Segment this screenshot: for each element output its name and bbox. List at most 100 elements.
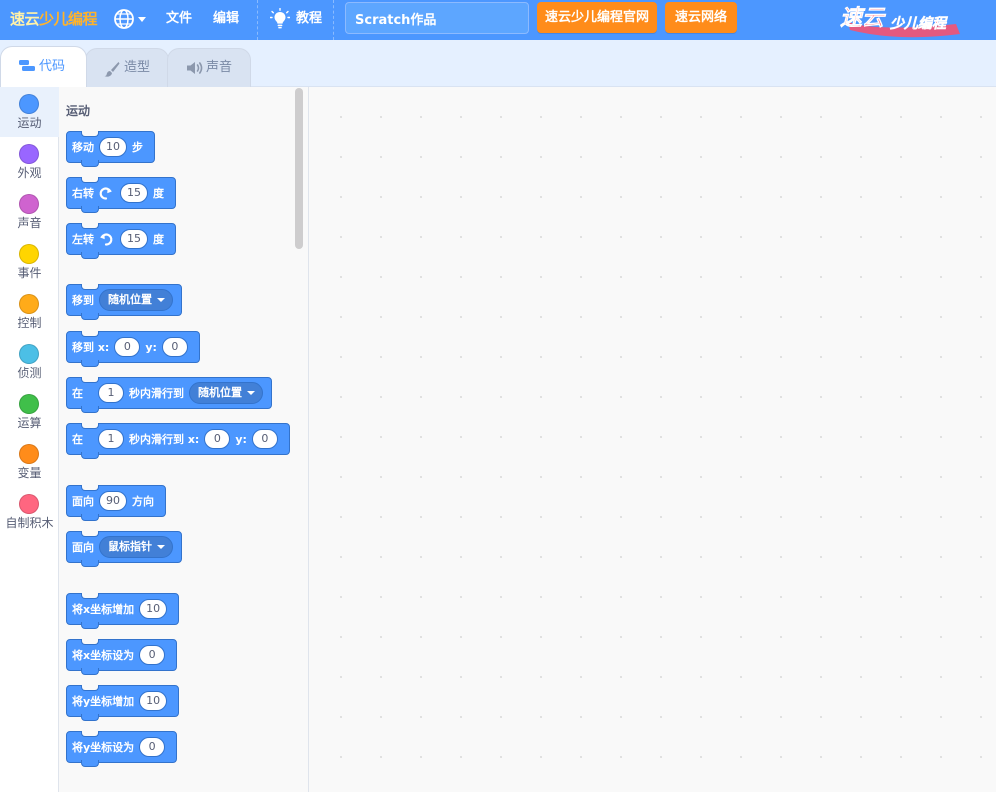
y-input[interactable]: 0 — [251, 429, 278, 449]
palette-scrollbar[interactable] — [295, 88, 303, 249]
target-dropdown[interactable]: 随机位置 — [99, 289, 173, 311]
tab-code[interactable]: 代码 — [0, 46, 87, 87]
block-text: y: — [145, 340, 157, 354]
block-change-x[interactable]: 将x坐标增加 10 — [66, 593, 180, 629]
block-go-to[interactable]: 移到 随机位置 — [66, 284, 182, 320]
menu-bar: 速云少儿编程 文件 编辑 教程 速云少儿编程官网 速云网络 速云 少儿编程 — [0, 0, 996, 40]
menu-divider — [257, 0, 258, 40]
block-text: y: — [235, 432, 247, 446]
block-text: 左转 — [72, 233, 94, 246]
block-change-y[interactable]: 将y坐标增加 10 — [66, 685, 180, 721]
block-text: 将y坐标增加 — [72, 695, 135, 708]
block-text: 移到 x: — [72, 341, 110, 354]
language-menu[interactable] — [112, 7, 152, 33]
category-operators[interactable]: 运算 — [0, 387, 59, 437]
svg-text:少儿编程: 少儿编程 — [890, 15, 948, 32]
category-looks[interactable]: 外观 — [0, 137, 59, 187]
degrees-input[interactable]: 15 — [120, 183, 148, 203]
block-point-direction[interactable]: 面向 90 方向 — [66, 485, 166, 521]
seconds-input[interactable]: 1 — [98, 383, 124, 403]
menu-file[interactable]: 文件 — [166, 10, 192, 28]
y-input[interactable]: 0 — [161, 337, 188, 357]
category-sound[interactable]: 声音 — [0, 187, 59, 237]
category-motion[interactable]: 运动 — [0, 87, 59, 137]
lightbulb-icon[interactable] — [270, 8, 290, 30]
category-label: 侦测 — [17, 366, 42, 380]
block-text: 右转 — [72, 187, 94, 200]
category-sensing[interactable]: 侦测 — [0, 337, 59, 387]
tab-label: 代码 — [39, 59, 66, 74]
block-text: 步 — [132, 141, 143, 154]
block-move-steps[interactable]: 移动 10 步 — [66, 131, 155, 167]
official-site-button[interactable]: 速云少儿编程官网 — [537, 2, 657, 33]
category-control[interactable]: 控制 — [0, 287, 59, 337]
globe-icon — [114, 9, 146, 29]
block-text: 方向 — [132, 495, 154, 508]
block-set-y[interactable]: 将y坐标设为 0 — [66, 731, 178, 767]
category-label: 变量 — [17, 466, 42, 480]
editor-tabs: 代码 造型 声音 — [0, 40, 996, 88]
block-point-towards[interactable]: 面向 鼠标指针 — [66, 531, 182, 567]
category-label: 自制积木 — [5, 516, 54, 530]
tab-sounds[interactable]: 声音 — [167, 48, 251, 88]
palette-heading: 运动 — [66, 104, 91, 118]
block-text: 在 — [72, 387, 83, 400]
svg-text:速云: 速云 — [840, 5, 886, 31]
block-text: 面向 — [72, 495, 94, 508]
value-input[interactable]: 10 — [139, 599, 168, 619]
caret-down-icon — [157, 545, 165, 549]
category-dot — [19, 244, 39, 264]
category-events[interactable]: 事件 — [0, 237, 59, 287]
seconds-input[interactable]: 1 — [98, 429, 124, 449]
block-text: 将x坐标设为 — [72, 649, 135, 662]
x-input[interactable]: 0 — [204, 429, 231, 449]
block-go-to-xy[interactable]: 移到 x: 0 y: 0 — [66, 331, 200, 367]
steps-input[interactable]: 10 — [99, 137, 127, 157]
block-text: 面向 — [72, 541, 94, 554]
target-dropdown[interactable]: 鼠标指针 — [99, 536, 173, 558]
network-button[interactable]: 速云网络 — [665, 2, 737, 33]
project-title-input[interactable] — [345, 2, 529, 34]
category-label: 声音 — [17, 216, 42, 230]
brush-icon — [104, 62, 120, 77]
menu-divider — [333, 0, 334, 40]
category-label: 事件 — [17, 266, 42, 280]
block-text: 度 — [153, 187, 164, 200]
caret-down-icon — [138, 17, 146, 22]
value-input[interactable]: 0 — [139, 737, 166, 757]
category-variables[interactable]: 变量 — [0, 437, 59, 487]
rotate-left-icon — [99, 232, 113, 246]
degrees-input[interactable]: 15 — [120, 229, 148, 249]
caret-down-icon — [247, 391, 255, 395]
block-text: 秒内滑行到 — [129, 387, 184, 400]
target-dropdown[interactable]: 随机位置 — [189, 382, 263, 404]
value-input[interactable]: 10 — [139, 691, 168, 711]
category-label: 外观 — [17, 166, 42, 180]
tab-costumes[interactable]: 造型 — [85, 48, 169, 88]
category-dot — [19, 344, 39, 364]
block-text: 将y坐标设为 — [72, 741, 135, 754]
block-text: 将x坐标增加 — [72, 603, 135, 616]
x-input[interactable]: 0 — [114, 337, 141, 357]
menu-tutorials[interactable]: 教程 — [296, 10, 322, 28]
brand-logo: 速云 少儿编程 — [840, 5, 960, 38]
direction-input[interactable]: 90 — [99, 491, 127, 511]
block-glide-to-xy[interactable]: 在 1 秒内滑行到 x: 0 y: 0 — [66, 423, 290, 459]
category-dot — [19, 494, 39, 514]
category-label: 运动 — [17, 116, 42, 130]
code-workspace[interactable] — [309, 87, 996, 792]
tab-label: 声音 — [206, 60, 233, 75]
block-turn-left[interactable]: 左转 15 度 — [66, 223, 176, 259]
block-glide-to[interactable]: 在 1 秒内滑行到 随机位置 — [66, 377, 272, 413]
value-input[interactable]: 0 — [139, 645, 166, 665]
category-label: 控制 — [17, 316, 42, 330]
block-set-x[interactable]: 将x坐标设为 0 — [66, 639, 178, 675]
category-dot — [19, 394, 39, 414]
block-turn-right[interactable]: 右转 15 度 — [66, 177, 176, 213]
menu-edit[interactable]: 编辑 — [213, 10, 239, 28]
logo[interactable]: 速云少儿编程 — [10, 6, 98, 32]
tab-label: 造型 — [124, 60, 151, 75]
block-text: 度 — [153, 233, 164, 246]
category-dot — [19, 294, 39, 314]
category-my-blocks[interactable]: 自制积木 — [0, 487, 59, 537]
